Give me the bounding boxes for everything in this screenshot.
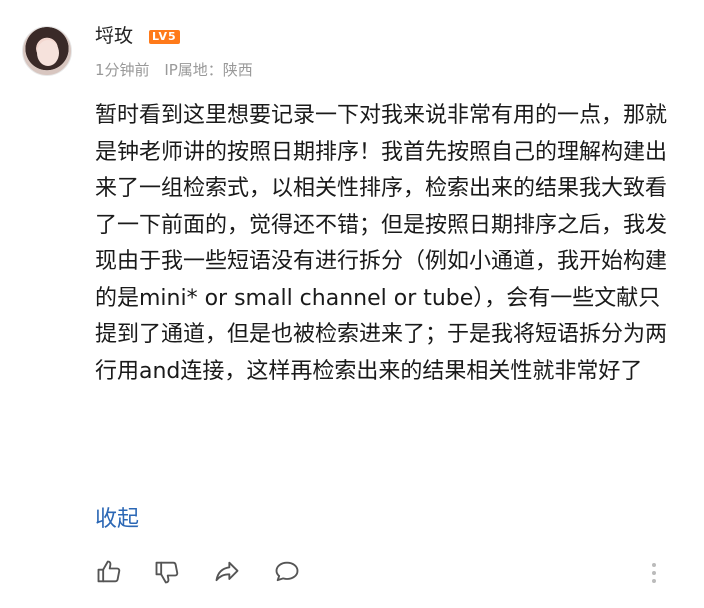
comment-body: 暂时看到这里想要记录一下对我来说非常有用的一点，那就是钟老师讲的按照日期排序！我… [95,103,668,384]
more-icon[interactable] [648,560,660,586]
ip-location: IP属地：陕西 [164,61,253,79]
comment-meta: 1分钟前 IP属地：陕西 [95,60,263,80]
level-badge: LV5 [149,30,180,44]
avatar[interactable] [22,26,72,76]
comment-icon[interactable] [273,558,301,586]
collapse-link[interactable]: 收起 [95,505,139,535]
thumbs-down-icon[interactable] [153,558,181,586]
author-name[interactable]: 埒玫 [95,24,133,48]
timestamp: 1分钟前 [95,61,150,79]
thumbs-up-icon[interactable] [95,558,123,586]
share-icon[interactable] [213,558,241,586]
